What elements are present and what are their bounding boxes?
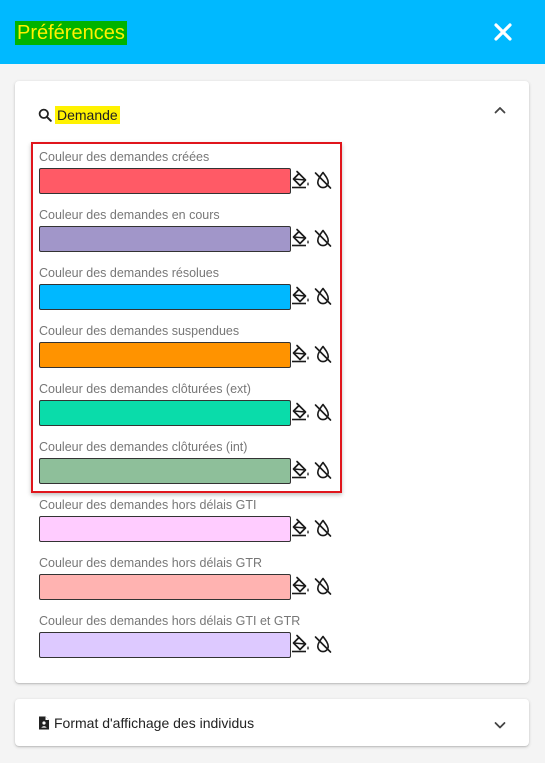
close-icon [494,23,512,41]
color-swatch-input[interactable] [39,632,291,658]
chevron-up-icon [494,107,506,114]
color-swatch-input[interactable] [39,400,291,426]
color-swatch-input[interactable] [39,516,291,542]
fill-drip-icon[interactable] [291,344,311,364]
color-preference-row: Couleur des demandes hors délais GTR [39,556,339,606]
format-panel: Format d'affichage des individus [15,699,529,746]
droplet-slash-icon[interactable] [313,402,333,422]
demande-panel-header[interactable]: Demande [38,105,120,125]
format-panel-title: Format d'affichage des individus [54,715,255,731]
fill-drip-icon[interactable] [291,634,311,654]
droplet-slash-icon[interactable] [313,518,333,538]
demande-panel-title: Demande [55,106,120,124]
color-preference-label: Couleur des demandes hors délais GTI et … [39,614,301,628]
fill-drip-icon[interactable] [291,518,311,538]
chevron-down-icon [494,722,506,729]
droplet-slash-icon[interactable] [313,228,333,248]
collapse-button[interactable] [493,103,507,117]
color-preference-label: Couleur des demandes clôturées (int) [39,440,248,454]
color-preference-label: Couleur des demandes hors délais GTR [39,556,263,570]
demande-panel: Demande Couleur des demandes créées Coule… [15,81,529,683]
color-swatch-input[interactable] [39,168,291,194]
color-swatch-input[interactable] [39,284,291,310]
color-preference-row: Couleur des demandes créées [39,150,339,200]
color-preference-row: Couleur des demandes résolues [39,266,339,316]
droplet-slash-icon[interactable] [313,634,333,654]
fill-drip-icon[interactable] [291,286,311,306]
color-preference-label: Couleur des demandes en cours [39,208,220,222]
color-preference-row: Couleur des demandes clôturées (int) [39,440,339,490]
fill-drip-icon[interactable] [291,576,311,596]
fill-drip-icon[interactable] [291,460,311,480]
color-preference-label: Couleur des demandes clôturées (ext) [39,382,251,396]
fill-drip-icon[interactable] [291,170,311,190]
file-user-icon [39,716,49,730]
color-preference-row: Couleur des demandes en cours [39,208,339,258]
color-preference-row: Couleur des demandes suspendues [39,324,339,374]
color-preference-row: Couleur des demandes hors délais GTI et … [39,614,339,664]
header-bar: Préférences [0,0,545,64]
format-panel-header[interactable]: Format d'affichage des individus [38,715,254,731]
color-preference-label: Couleur des demandes hors délais GTI [39,498,257,512]
color-preference-label: Couleur des demandes suspendues [39,324,240,338]
color-preference-row: Couleur des demandes hors délais GTI [39,498,339,548]
search-icon [38,108,52,122]
page-title: Préférences [15,21,127,45]
color-swatch-input[interactable] [39,226,291,252]
color-preference-label: Couleur des demandes créées [39,150,210,164]
droplet-slash-icon[interactable] [313,576,333,596]
droplet-slash-icon[interactable] [313,170,333,190]
color-preference-label: Couleur des demandes résolues [39,266,219,280]
color-swatch-input[interactable] [39,342,291,368]
color-preference-row: Couleur des demandes clôturées (ext) [39,382,339,432]
color-swatch-input[interactable] [39,574,291,600]
close-button[interactable] [491,20,515,44]
droplet-slash-icon[interactable] [313,460,333,480]
droplet-slash-icon[interactable] [313,286,333,306]
expand-button[interactable] [493,718,507,732]
fill-drip-icon[interactable] [291,228,311,248]
color-swatch-input[interactable] [39,458,291,484]
fill-drip-icon[interactable] [291,402,311,422]
droplet-slash-icon[interactable] [313,344,333,364]
